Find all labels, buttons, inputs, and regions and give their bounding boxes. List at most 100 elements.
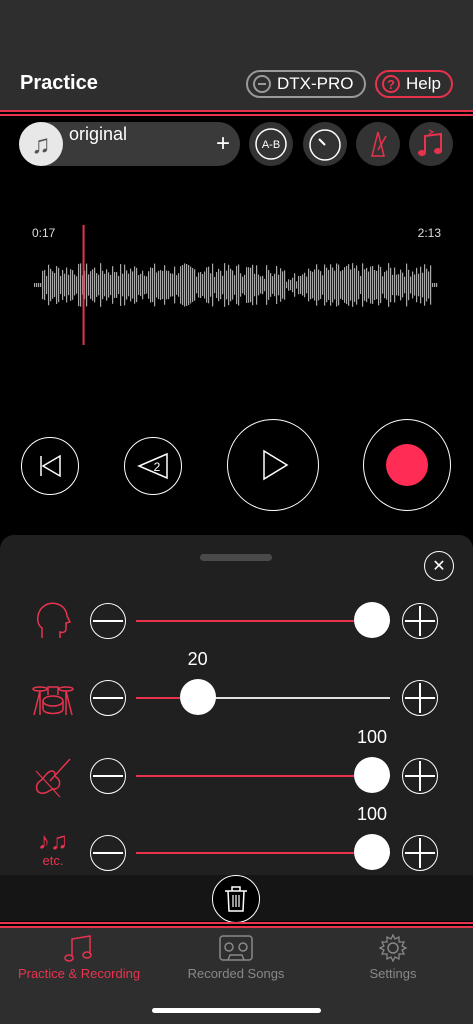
vocal-slider-fill [136, 620, 372, 622]
strings-slider-track[interactable] [136, 775, 390, 777]
waveform-bar [260, 276, 262, 294]
etc-decrease-button[interactable] [90, 835, 126, 871]
waveform-bar [326, 267, 328, 303]
waveform-bar [298, 275, 300, 295]
music-note-icon: ♫ [19, 122, 63, 166]
waveform-bar [152, 267, 154, 303]
waveform-bar [40, 283, 42, 287]
waveform-bar [102, 270, 104, 300]
waveform-bar [216, 271, 218, 299]
waveform-bar [432, 283, 434, 287]
waveform-bar [138, 275, 140, 295]
waveform-bar [158, 270, 160, 300]
tab-settings[interactable]: Settings [314, 930, 472, 990]
waveform-bar [124, 264, 126, 306]
help-button[interactable]: ? Help [375, 70, 453, 98]
etc-increase-button[interactable] [402, 835, 438, 871]
waveform-bar [72, 270, 74, 300]
waveform-bar [104, 273, 106, 297]
delete-button[interactable] [212, 875, 260, 923]
header-divider [0, 110, 473, 112]
play-button[interactable] [227, 419, 319, 511]
waveform-bar [228, 264, 230, 306]
vocal-increase-button[interactable] [402, 603, 438, 639]
waveform-bar [76, 276, 78, 294]
record-icon [386, 444, 428, 486]
waveform-bar [202, 273, 204, 297]
strings-decrease-button[interactable] [90, 758, 126, 794]
waveform-bar [208, 266, 210, 304]
waveform-bar [34, 283, 36, 287]
waveform-bar [348, 264, 350, 306]
waveform-bar [192, 268, 194, 302]
drums-slider-thumb[interactable] [179, 679, 216, 715]
waveform-bar [416, 267, 418, 303]
waveform-bar [286, 281, 288, 289]
waveform-bar [252, 264, 254, 306]
waveform-bar [382, 276, 384, 294]
waveform-bar [118, 275, 120, 295]
pitch-button[interactable] [409, 122, 453, 166]
waveform-bar [420, 266, 422, 304]
waveform-bar [408, 269, 410, 301]
waveform-bar [134, 266, 136, 304]
etc-slider-track[interactable] [136, 852, 390, 854]
waveform-bar [388, 263, 390, 307]
header-divider-2 [0, 114, 473, 116]
rewind-seconds: 2 [154, 460, 161, 474]
close-button[interactable]: ✕ [424, 551, 454, 581]
waveform[interactable] [30, 225, 442, 345]
tab-recorded-songs[interactable]: Recorded Songs [157, 930, 315, 990]
metronome-button[interactable] [356, 122, 400, 166]
waveform-bar [384, 271, 386, 299]
waveform-bar [314, 269, 316, 301]
rewind-button[interactable]: 2 [124, 437, 182, 495]
waveform-bar [236, 265, 238, 305]
panel-drag-handle[interactable] [200, 554, 272, 561]
waveform-bar [64, 273, 66, 297]
vocal-slider-track[interactable] [136, 620, 390, 622]
waveform-bar [346, 265, 348, 305]
waveform-bar [150, 267, 152, 303]
speed-button[interactable] [303, 122, 347, 166]
waveform-bar [304, 272, 306, 298]
dtx-pro-button[interactable]: DTX-PRO [246, 70, 366, 98]
waveform-bar [90, 271, 92, 299]
record-button[interactable] [363, 419, 451, 511]
vocal-slider-thumb[interactable] [354, 602, 390, 638]
drums-increase-button[interactable] [402, 680, 438, 716]
waveform-bar [172, 273, 174, 297]
song-selector[interactable]: ♫ original + [19, 122, 240, 166]
waveform-bar [60, 275, 62, 295]
waveform-bar [48, 264, 50, 306]
waveform-bar [308, 268, 310, 302]
waveform-bar [426, 268, 428, 302]
waveform-bar [100, 263, 102, 307]
etc-slider-thumb[interactable] [354, 834, 390, 870]
waveform-bar [332, 267, 334, 303]
waveform-bar [280, 268, 282, 302]
waveform-bar [220, 270, 222, 300]
waveform-bar [92, 269, 94, 301]
waveform-bar [318, 269, 320, 301]
waveform-bar [368, 271, 370, 299]
waveform-bar [36, 283, 38, 287]
etc-slider-fill [136, 852, 372, 854]
drums-decrease-button[interactable] [90, 680, 126, 716]
etc-label: etc. [42, 853, 64, 868]
tab-practice-recording[interactable]: Practice & Recording [0, 930, 158, 990]
vocal-decrease-button[interactable] [90, 603, 126, 639]
drums-slider-track[interactable] [136, 697, 390, 699]
waveform-bar [278, 274, 280, 296]
ab-repeat-button[interactable]: A-B [249, 122, 293, 166]
waveform-bar [340, 271, 342, 299]
waveform-bar [338, 264, 340, 306]
strings-increase-button[interactable] [402, 758, 438, 794]
skip-start-button[interactable] [21, 437, 79, 495]
music-notes-icon [64, 935, 92, 962]
waveform-bar [324, 264, 326, 306]
waveform-bar [136, 267, 138, 303]
strings-slider-thumb[interactable] [354, 757, 390, 793]
waveform-bar [266, 265, 268, 305]
add-icon[interactable]: + [216, 132, 230, 156]
